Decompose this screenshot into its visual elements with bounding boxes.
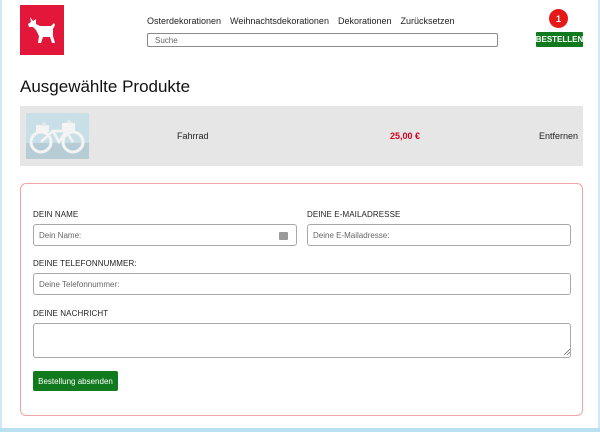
order-form: DEIN NAME DEINE E-MAILADRESSE DEINE TELE… (20, 183, 583, 416)
email-field[interactable] (307, 224, 571, 246)
nav-item-weihnachtsdekorationen[interactable]: Weihnachtsdekorationen (230, 16, 329, 26)
page-title: Ausgewählte Produkte (20, 77, 191, 96)
nav-item-dekorationen[interactable]: Dekorationen (338, 16, 392, 26)
phone-label: DEINE TELEFONNUMMER: (33, 259, 137, 268)
message-field[interactable] (33, 323, 571, 358)
nav-item-zuruecksetzen[interactable]: Zurücksetzen (401, 16, 455, 26)
search-input[interactable] (147, 33, 498, 47)
main-navigation: Osterdekorationen Weihnachtsdekorationen… (147, 16, 455, 26)
message-label: DEINE NACHRICHT (33, 309, 109, 318)
remove-product-link[interactable]: Entfernen (539, 131, 578, 141)
contact-card-icon[interactable] (279, 232, 288, 240)
cart-count-badge[interactable]: 1 (549, 9, 568, 28)
nav-item-osterdekorationen[interactable]: Osterdekorationen (147, 16, 221, 26)
bicycle-decoration-image (26, 113, 89, 159)
dog-logo-icon[interactable] (20, 5, 64, 55)
product-row: Fahrrad 25,00 € Entfernen (20, 106, 583, 166)
product-price: 25,00 € (390, 131, 421, 141)
order-button[interactable]: BESTELLEN (536, 32, 583, 47)
page-frame-left (0, 0, 2, 432)
page-frame-bottom (0, 428, 600, 432)
resize-grip-icon[interactable] (564, 349, 570, 355)
submit-order-button[interactable]: Bestellung absenden (33, 371, 118, 391)
name-field[interactable] (33, 224, 297, 246)
product-name: Fahrrad (177, 131, 209, 141)
name-label: DEIN NAME (33, 210, 79, 219)
phone-field[interactable] (33, 273, 571, 295)
email-label: DEINE E-MAILADRESSE (307, 210, 401, 219)
